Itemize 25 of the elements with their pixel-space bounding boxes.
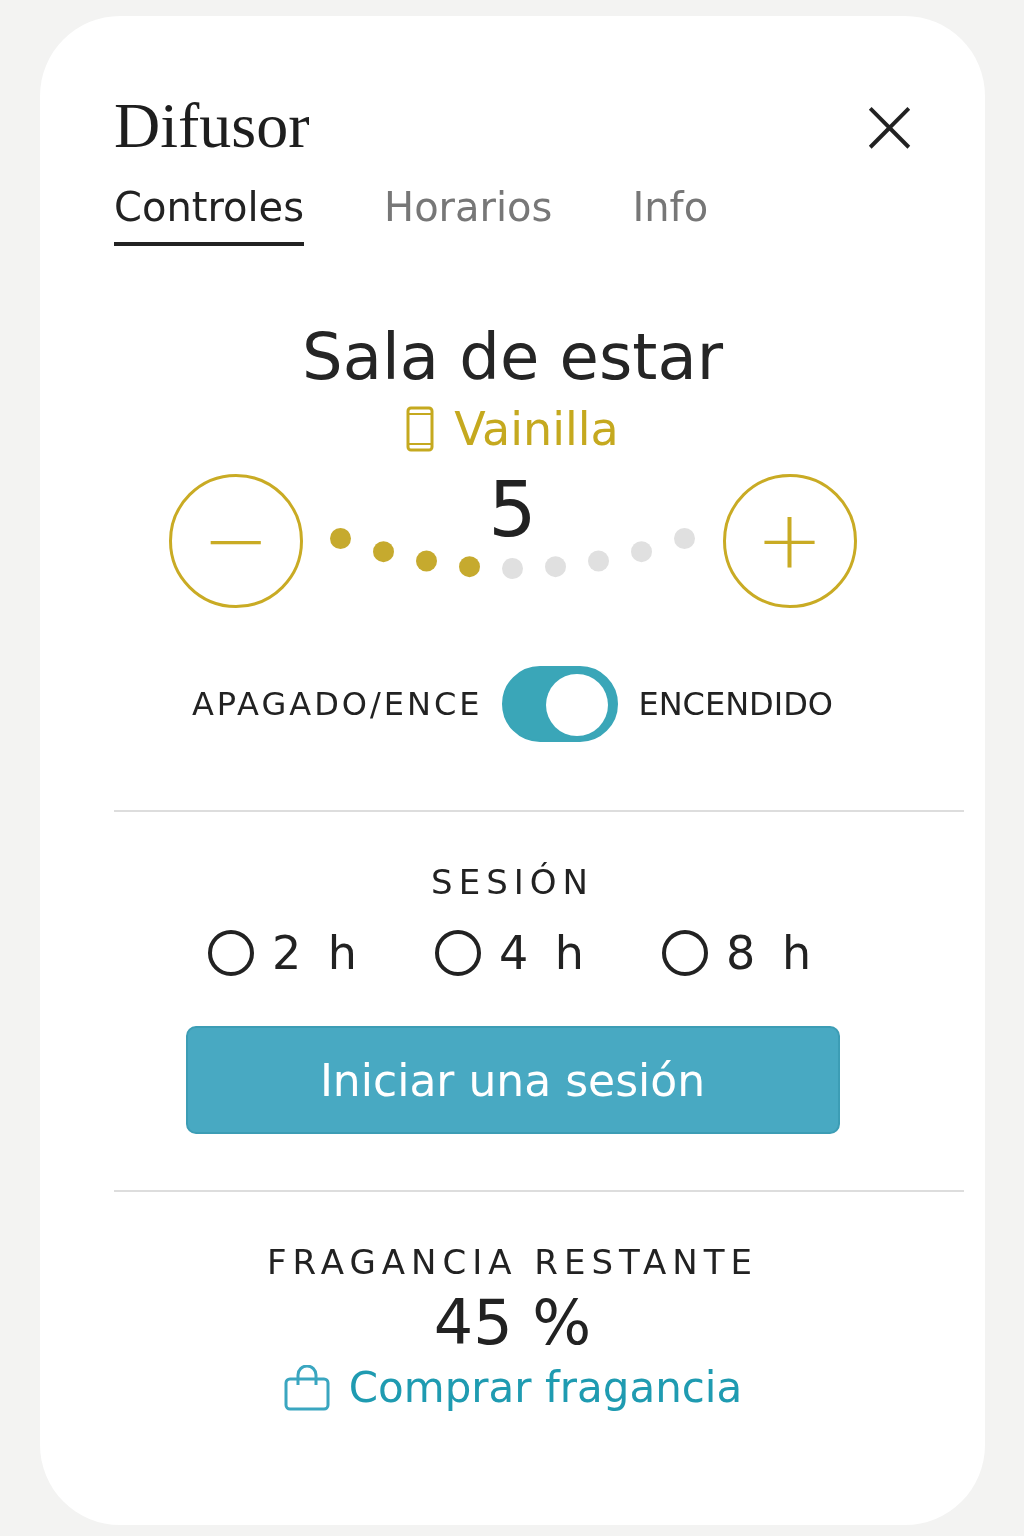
tab[interactable]: Info [632, 184, 709, 246]
fragrance-percentage: 45 % [433, 1286, 592, 1359]
radio-label: 4 h [498, 926, 590, 980]
radio-label: 8 h [726, 926, 818, 980]
duration-radio[interactable]: 2 h [207, 926, 363, 980]
tab[interactable]: Controles [114, 184, 305, 246]
radio-label: 2 h [271, 926, 363, 980]
fragrance-name: Vainilla [454, 402, 619, 456]
increase-button[interactable]: + [722, 474, 857, 608]
tab[interactable]: Horarios [384, 184, 553, 246]
phone-icon [406, 406, 435, 452]
power-label: ENCENDIDO [638, 685, 833, 723]
duration-radio[interactable]: 4 h [434, 926, 590, 980]
start-session-button[interactable]: Iniciar una sesión [185, 1026, 840, 1134]
close-button[interactable]: × [855, 86, 923, 166]
power-label: APAGADO/ENCE [191, 685, 483, 723]
section-title: SESIÓN [431, 862, 594, 902]
duration-radio[interactable]: 8 h [662, 926, 818, 980]
section-title: FRAGANCIA RESTANTE [266, 1242, 759, 1282]
shopping-bag-icon [282, 1364, 331, 1411]
window-title: Difusor [114, 89, 310, 163]
intensity-value: 5 [488, 472, 537, 548]
room-name: Sala de estar [302, 320, 723, 394]
buy-fragrance-link[interactable]: Comprar fragancia [282, 1363, 743, 1412]
decrease-button[interactable]: − [168, 474, 303, 608]
